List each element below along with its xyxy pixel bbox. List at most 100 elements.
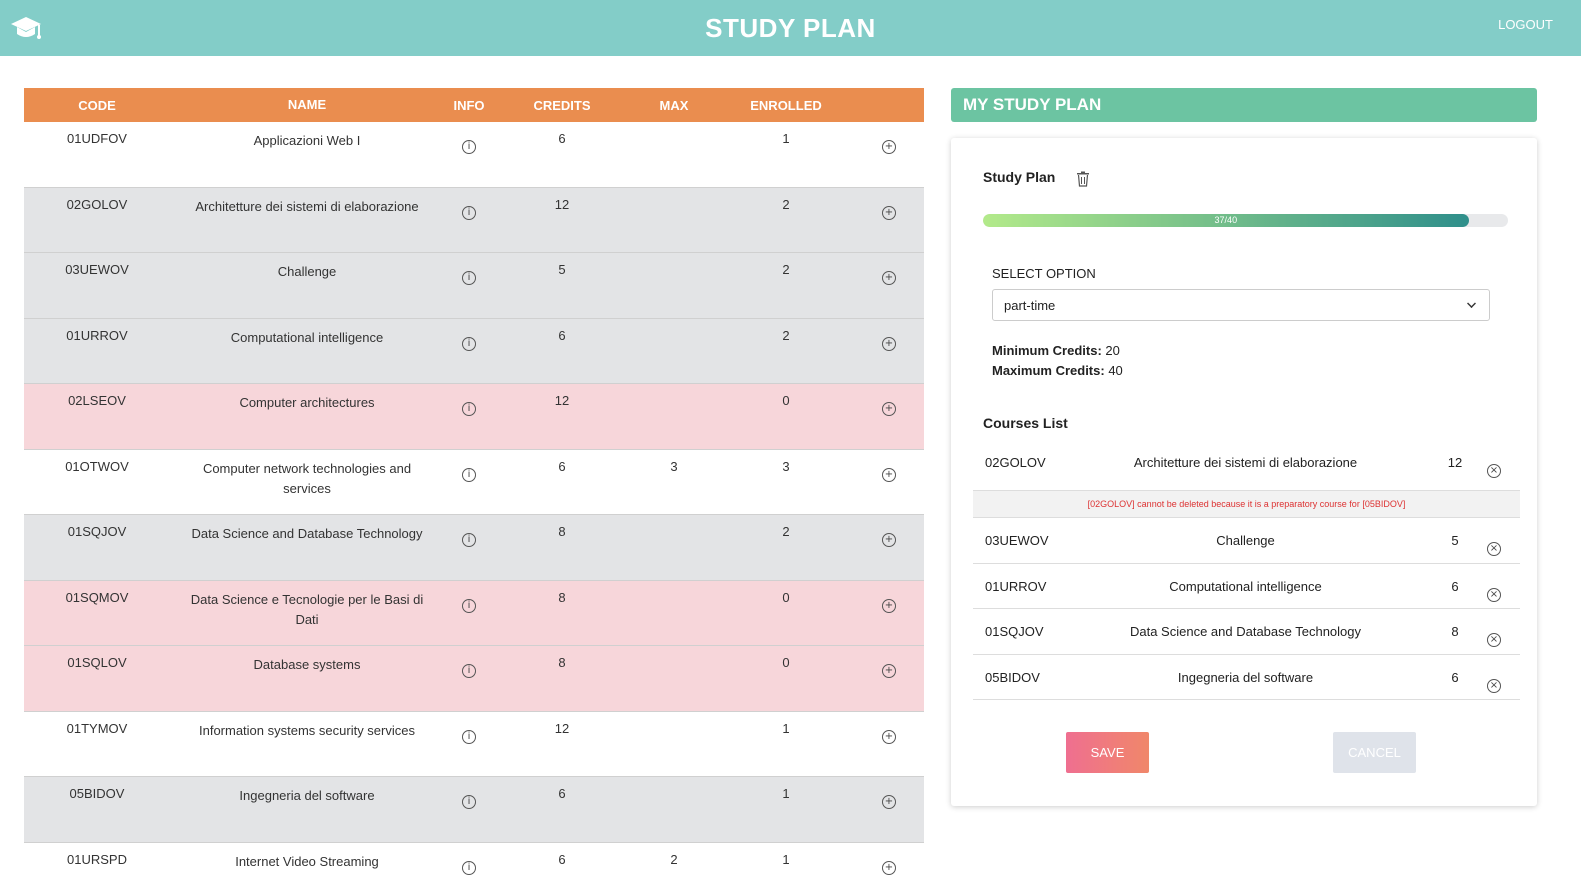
- chevron-down-icon: [1467, 299, 1476, 308]
- add-course-button[interactable]: +: [854, 384, 924, 449]
- table-row: 01URROV Computational intelligence i 6 2 +: [24, 318, 924, 384]
- add-course-button[interactable]: +: [854, 450, 924, 515]
- course-credits: 6: [558, 458, 566, 474]
- info-button[interactable]: i: [444, 646, 494, 711]
- add-course-button[interactable]: +: [854, 319, 924, 384]
- plan-courses-list: 02GOLOV Architetture dei sistemi di elabo…: [973, 440, 1520, 700]
- remove-course-button[interactable]: ×: [1487, 630, 1501, 647]
- maximum-credits: Maximum Credits: 40: [992, 363, 1123, 378]
- save-button[interactable]: SAVE: [1066, 732, 1149, 773]
- info-circle-icon: i: [462, 140, 476, 154]
- trash-icon[interactable]: [1076, 171, 1090, 187]
- course-max: [630, 515, 718, 580]
- course-enrolled: 1: [782, 720, 790, 736]
- plan-course-credits: 6: [1451, 669, 1459, 685]
- plan-course-row: 01URROV Computational intelligence 6 ×: [973, 564, 1520, 609]
- table-row: 01UDFOV Applicazioni Web I i 6 1 +: [24, 122, 924, 188]
- study-plan-card: Study Plan 37/40 SELECT OPTION part-time…: [951, 138, 1537, 806]
- course-code: 02LSEOV: [68, 393, 126, 408]
- info-button[interactable]: i: [444, 843, 494, 889]
- info-button[interactable]: i: [444, 712, 494, 777]
- info-button[interactable]: i: [444, 581, 494, 646]
- course-max: [630, 384, 718, 449]
- add-course-button[interactable]: +: [854, 581, 924, 646]
- plan-course-credits: 12: [1447, 455, 1463, 470]
- plus-circle-icon: +: [882, 598, 896, 613]
- add-course-button[interactable]: +: [854, 843, 924, 889]
- course-enrolled: 1: [782, 851, 790, 867]
- info-button[interactable]: i: [444, 253, 494, 318]
- course-max: [630, 646, 718, 711]
- option-select[interactable]: part-time: [992, 289, 1490, 321]
- minimum-credits: Minimum Credits: 20: [992, 343, 1120, 358]
- info-button[interactable]: i: [444, 188, 494, 253]
- plan-course-row: 03UEWOV Challenge 5 ×: [973, 518, 1520, 564]
- credits-progress-label: 37/40: [983, 214, 1469, 227]
- course-credits: 5: [558, 262, 566, 277]
- info-circle-icon: i: [462, 664, 476, 678]
- add-course-button[interactable]: +: [854, 777, 924, 842]
- course-code: 01SQJOV: [67, 524, 127, 539]
- add-course-button[interactable]: +: [854, 122, 924, 187]
- remove-course-button[interactable]: ×: [1487, 676, 1501, 693]
- my-study-plan-header: MY STUDY PLAN: [951, 88, 1537, 122]
- info-button[interactable]: i: [444, 384, 494, 449]
- course-credits: 12: [554, 720, 570, 736]
- add-course-button[interactable]: +: [854, 515, 924, 580]
- table-row: 01SQLOV Database systems i 8 0 +: [24, 646, 924, 712]
- column-header-max: MAX: [659, 97, 689, 113]
- course-name: Ingegneria del software: [239, 788, 375, 803]
- info-button[interactable]: i: [444, 515, 494, 580]
- courses-table: CODE NAME INFO CREDITS MAX ENROLLED 01UD…: [24, 88, 924, 889]
- course-name: Architetture dei sistemi di elaborazione: [195, 198, 419, 214]
- course-name: Computer network technologies and servic…: [202, 460, 412, 496]
- table-row: 02GOLOV Architetture dei sistemi di elabo…: [24, 187, 924, 253]
- plus-circle-icon: +: [882, 140, 896, 154]
- top-bar: STUDY PLAN LOGOUT: [0, 0, 1581, 56]
- info-button[interactable]: i: [444, 122, 494, 187]
- course-enrolled: 2: [782, 262, 790, 277]
- course-max: 2: [670, 851, 678, 867]
- info-button[interactable]: i: [444, 777, 494, 842]
- plus-circle-icon: +: [882, 467, 896, 482]
- add-course-button[interactable]: +: [854, 646, 924, 711]
- logout-link[interactable]: LOGOUT: [1498, 17, 1553, 32]
- table-row: 01OTWOV Computer network technologies and…: [24, 449, 924, 515]
- course-enrolled: 1: [782, 131, 790, 146]
- add-course-button[interactable]: +: [854, 188, 924, 253]
- maximum-credits-label: Maximum Credits:: [992, 363, 1105, 378]
- course-name: Internet Video Streaming: [235, 853, 379, 869]
- table-body: 01UDFOV Applicazioni Web I i 6 1 +02GOLOV Arch…: [24, 122, 924, 889]
- info-circle-icon: i: [462, 598, 476, 613]
- course-enrolled: 0: [782, 589, 790, 605]
- remove-course-button[interactable]: ×: [1487, 461, 1501, 478]
- table-row: 03UEWOV Challenge i 5 2 +: [24, 253, 924, 319]
- plus-circle-icon: +: [882, 664, 896, 678]
- plan-course-name: Computational intelligence: [1169, 578, 1322, 594]
- course-enrolled: 3: [782, 458, 790, 474]
- info-button[interactable]: i: [444, 450, 494, 515]
- course-code: 01SQLOV: [67, 655, 127, 670]
- table-row: 01SQJOV Data Science and Database Technol…: [24, 515, 924, 581]
- add-course-button[interactable]: +: [854, 253, 924, 318]
- remove-course-button[interactable]: ×: [1487, 539, 1501, 556]
- maximum-credits-value: 40: [1108, 363, 1123, 378]
- table-row: 01SQMOV Data Science e Tecnologie per le …: [24, 580, 924, 646]
- course-max: [630, 188, 718, 253]
- course-enrolled: 0: [782, 655, 790, 670]
- plan-course-code: 03UEWOV: [985, 533, 1049, 548]
- info-circle-icon: i: [462, 533, 476, 547]
- info-button[interactable]: i: [444, 319, 494, 384]
- course-enrolled: 1: [782, 786, 790, 801]
- info-circle-icon: i: [462, 860, 476, 875]
- info-circle-icon: i: [462, 271, 476, 285]
- plan-course-name: Ingegneria del software: [1177, 669, 1314, 685]
- remove-course-button[interactable]: ×: [1487, 585, 1501, 602]
- plan-course-row: 02GOLOV Architetture dei sistemi di elabo…: [973, 440, 1520, 490]
- cancel-button[interactable]: CANCEL: [1333, 732, 1416, 773]
- course-credits: 6: [558, 327, 566, 343]
- x-circle-icon: ×: [1487, 587, 1501, 602]
- add-course-button[interactable]: +: [854, 712, 924, 777]
- plan-course-code: 01SQJOV: [985, 624, 1044, 639]
- plan-course-name: Challenge: [1216, 533, 1275, 548]
